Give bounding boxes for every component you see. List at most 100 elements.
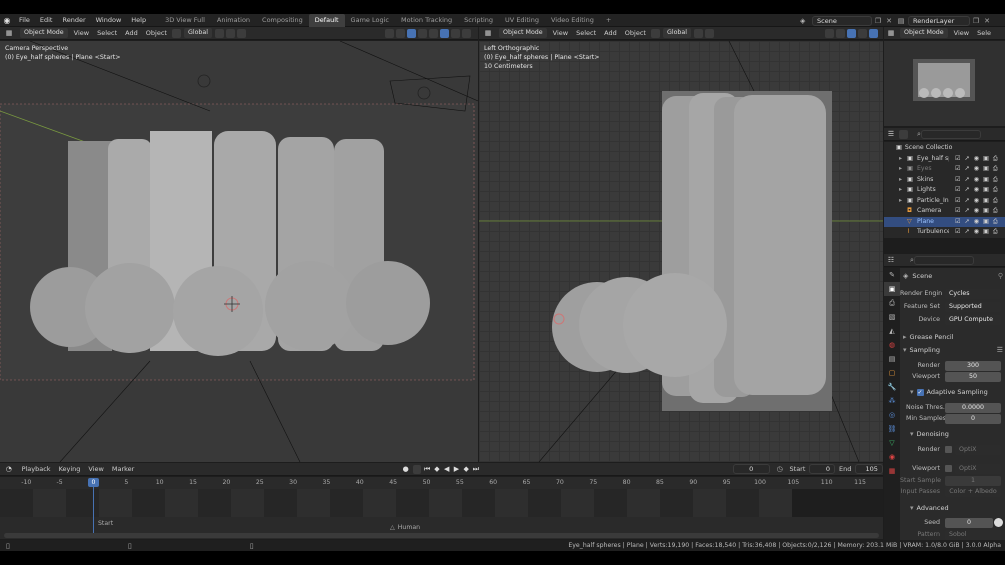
panel-mode-dropdown[interactable]: Object Mode	[900, 28, 948, 38]
right-viewport[interactable]: Left Orthographic (0) Eye_half spheres |…	[479, 41, 883, 462]
jump-end-icon[interactable]: ⏭	[471, 465, 481, 474]
transform-icon[interactable]	[171, 28, 181, 38]
remove-scene-icon[interactable]: ✕	[884, 17, 894, 25]
visibility-toggles[interactable]: ☑ ➚ ◉ ▣ ⎙	[955, 227, 999, 238]
right-menu-view[interactable]: View	[549, 27, 572, 40]
tab-scripting[interactable]: Scripting	[458, 14, 499, 27]
tab-game-logic[interactable]: Game Logic	[345, 14, 395, 27]
timeline-area[interactable]: -10 -5 5 10 15 20 25 30 35 40 45 50 55 60 65 70 75 80 85 90…	[0, 477, 883, 539]
visibility-toggles[interactable]: ☑ ➚ ◉ ▣ ⎙	[955, 196, 999, 207]
tab-3d-view-full[interactable]: 3D View Full	[159, 14, 211, 27]
adaptive-sampling-panel[interactable]: ▾ ✓ Adaptive Sampling	[910, 388, 1002, 396]
proportional-icon[interactable]	[237, 28, 247, 38]
tab-compositing[interactable]: Compositing	[256, 14, 309, 27]
expand-arrow-icon[interactable]: ▸	[899, 185, 907, 196]
filter-icon[interactable]	[899, 129, 908, 139]
timeline-menu-marker[interactable]: Marker	[108, 463, 138, 476]
solid-shading-icon[interactable]	[440, 28, 449, 38]
list-icon[interactable]: ☰	[997, 346, 1003, 354]
right-menu-object[interactable]: Object	[621, 27, 650, 40]
expand-arrow-icon[interactable]: ▸	[899, 164, 907, 175]
play-reverse-icon[interactable]: ◀	[442, 465, 452, 473]
tab-uv-editing[interactable]: UV Editing	[499, 14, 545, 27]
outliner-item[interactable]: ▸ ▣ Eyes ☑ ➚ ◉ ▣ ⎙	[884, 164, 1005, 175]
outliner-search-input[interactable]	[920, 129, 981, 139]
start-frame-field[interactable]: 0	[809, 464, 836, 474]
gizmo-icon[interactable]	[396, 28, 405, 38]
visibility-icon[interactable]	[385, 28, 394, 38]
properties-type-icon[interactable]: ☷	[884, 256, 898, 264]
editor-type-icon[interactable]: ▦	[0, 29, 18, 37]
outliner-item[interactable]: ▸ ▣ Lights ☑ ➚ ◉ ▣ ⎙	[884, 185, 1005, 196]
adaptive-sampling-checkbox[interactable]: ✓	[916, 388, 924, 396]
prev-key-icon[interactable]: ◆	[432, 465, 442, 473]
left-transform-dropdown[interactable]: Global	[183, 28, 213, 38]
playhead[interactable]: 0	[88, 478, 99, 487]
marker-human[interactable]: △ Human	[390, 524, 420, 531]
marker-start-label[interactable]: Start	[98, 520, 113, 527]
pivot-icon[interactable]	[694, 28, 704, 38]
feature-set-dropdown[interactable]: Supported	[945, 302, 1001, 312]
expand-arrow-icon[interactable]: ▸	[899, 154, 907, 165]
render-layer-field[interactable]: RenderLayer	[908, 15, 970, 26]
outliner-item[interactable]: ▸ ▣ Skins ☑ ➚ ◉ ▣ ⎙	[884, 175, 1005, 186]
outliner-item[interactable]: ▽ Plane ☑ ➚ ◉ ▣ ⎙	[884, 216, 1005, 228]
outliner-item[interactable]: ▸ ▣ Particle_Ins ☑ ➚ ◉ ▣ ⎙	[884, 196, 1005, 207]
next-key-icon[interactable]: ◆	[461, 465, 471, 473]
visibility-icon[interactable]	[825, 28, 834, 38]
tab-default[interactable]: Default	[308, 13, 345, 27]
left-viewport[interactable]: Camera Perspective (0) Eye_half spheres …	[0, 41, 478, 462]
particles-tab-icon[interactable]: ⁂	[884, 394, 900, 408]
object-tab-icon[interactable]: ▢	[884, 366, 900, 380]
rendered-shading-icon[interactable]	[462, 28, 471, 38]
remove-layer-icon[interactable]: ✕	[982, 17, 992, 25]
outliner-root[interactable]: ▣ Scene Collectio	[884, 143, 1005, 154]
gizmo-icon[interactable]	[836, 28, 845, 38]
world-tab-icon[interactable]: ◍	[884, 338, 900, 352]
outliner-type-icon[interactable]: ☰	[884, 130, 898, 138]
scene-name-field[interactable]: Scene	[812, 15, 872, 26]
pivot-icon[interactable]	[215, 28, 225, 38]
collection-tab-icon[interactable]: ▤	[884, 352, 900, 366]
expand-arrow-icon[interactable]: ▸	[899, 196, 907, 207]
render-samples-field[interactable]: 300	[945, 361, 1001, 371]
right-menu-select[interactable]: Select	[572, 27, 600, 40]
overlay-icon[interactable]	[407, 28, 416, 38]
play-icon[interactable]: ▶	[452, 465, 462, 473]
device-dropdown[interactable]: GPU Compute	[945, 315, 1001, 325]
solid-shading-icon[interactable]	[869, 28, 878, 38]
menu-render[interactable]: Render	[57, 14, 90, 27]
output-tab-icon[interactable]: ⎙	[884, 296, 900, 310]
tab-motion-tracking[interactable]: Motion Tracking	[395, 14, 458, 27]
view-layer-tab-icon[interactable]: ▧	[884, 310, 900, 324]
left-menu-select[interactable]: Select	[93, 27, 121, 40]
render-engine-dropdown[interactable]: Cycles	[945, 289, 1001, 299]
outliner-item[interactable]: ▸▣ Eye_half spl ☑ ➚ ◉ ▣ ⎙	[884, 154, 1005, 165]
menu-file[interactable]: File	[14, 14, 35, 27]
snap-icon[interactable]	[705, 28, 715, 38]
snap-icon[interactable]	[226, 28, 236, 38]
material-shading-icon[interactable]	[451, 28, 460, 38]
right-mode-dropdown[interactable]: Object Mode	[499, 28, 547, 38]
copy-layer-icon[interactable]: ❐	[970, 17, 982, 25]
menu-edit[interactable]: Edit	[35, 14, 58, 27]
visibility-toggles[interactable]: ☑ ➚ ◉ ▣ ⎙	[955, 217, 999, 228]
left-menu-view[interactable]: View	[70, 27, 93, 40]
constraints-tab-icon[interactable]: ⛓	[884, 422, 900, 436]
advanced-panel[interactable]: ▾ Advanced	[910, 504, 1002, 512]
render-tab-icon[interactable]: ▣	[884, 282, 900, 296]
menu-help[interactable]: Help	[126, 14, 151, 27]
grease-pencil-panel[interactable]: ▸ Grease Pencil	[903, 333, 1003, 341]
visibility-toggles[interactable]: ☑ ➚ ◉ ▣ ⎙	[955, 206, 999, 217]
xray-icon[interactable]	[418, 28, 427, 38]
tool-tab-icon[interactable]: ✎	[884, 268, 900, 282]
panel-menu-view[interactable]: View	[950, 27, 973, 40]
left-menu-object[interactable]: Object	[142, 27, 171, 40]
pin-icon[interactable]: ⚲	[998, 272, 1003, 280]
menu-window[interactable]: Window	[91, 14, 127, 27]
denoise-render-dropdown[interactable]: OptiX	[955, 445, 1001, 455]
copy-scene-icon[interactable]: ❐	[872, 17, 884, 25]
end-frame-field[interactable]: 105	[855, 464, 883, 474]
visibility-toggles[interactable]: ☑ ➚ ◉ ▣ ⎙	[955, 164, 999, 175]
denoising-panel[interactable]: ▾ Denoising	[910, 430, 1002, 438]
